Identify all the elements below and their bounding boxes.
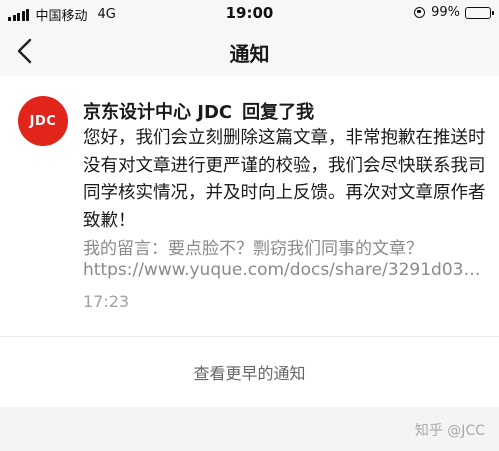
nav-bar: 通知 — [0, 26, 499, 76]
page-title: 通知 — [229, 42, 270, 66]
avatar[interactable]: JDC — [18, 96, 68, 146]
comment-link[interactable]: https://www.yuque.com/docs/share/3291d03… — [83, 260, 481, 280]
battery-icon — [465, 6, 494, 19]
reply-text: 您好，我们会立刻删除这篇文章，非常抱歉在推送时没有对文章进行更严谨的校验，我们会… — [83, 128, 486, 231]
status-right: 99% — [414, 5, 494, 20]
status-bar: 中国移动 4G 19:00 99% — [0, 0, 499, 26]
notification-action: 回复了我 — [242, 102, 315, 123]
battery-percent: 99% — [431, 5, 460, 20]
notification-time: 17:23 — [83, 292, 130, 311]
avatar-logo-text: JDC — [29, 113, 57, 129]
watermark: 知乎 @JCC — [414, 423, 485, 439]
notification-sender-line: 京东设计中心 JDC 回复了我 — [83, 98, 314, 124]
view-earlier-notifications-button[interactable]: 查看更早的通知 — [0, 337, 499, 407]
notification-item[interactable]: JDC 京东设计中心 JDC 回复了我 您好，我们会立刻删除这篇文章，非常抱歉在推… — [0, 76, 499, 336]
my-comment: 我的留言：要点脸不？剽窃我们同事的文章？ — [83, 239, 423, 259]
sender-name[interactable]: 京东设计中心 JDC — [83, 102, 232, 123]
orientation-lock-icon — [414, 7, 426, 18]
